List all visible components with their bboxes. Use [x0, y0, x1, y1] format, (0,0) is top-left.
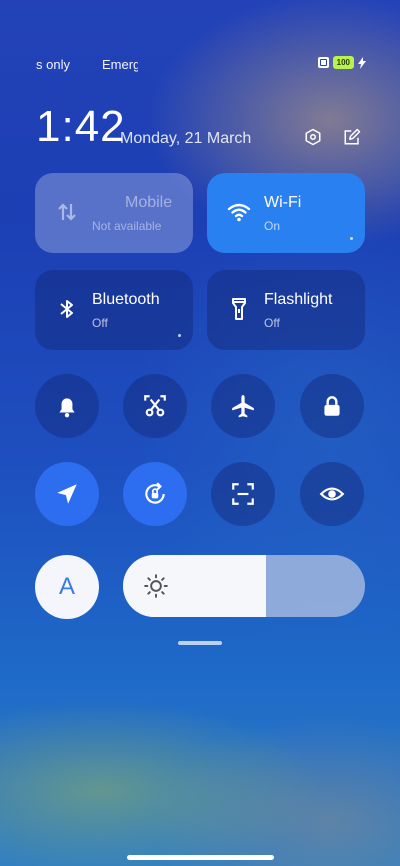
auto-brightness-button[interactable]: A	[35, 555, 99, 619]
airplane-icon	[232, 395, 254, 418]
lock-icon	[324, 396, 340, 416]
scan-icon	[232, 483, 254, 505]
settings-icon	[305, 128, 321, 146]
toggle-reading-mode[interactable]	[300, 462, 364, 526]
battery-icon: 100	[332, 56, 354, 69]
mobile-data-icon	[58, 203, 76, 221]
eye-icon	[319, 487, 345, 501]
toggle-silent[interactable]	[35, 374, 99, 438]
tile-wifi-status: On	[264, 219, 281, 233]
rotation-lock-icon	[145, 482, 165, 504]
tile-wifi-title: Wi-Fi	[264, 194, 302, 211]
status-emergency-text: Emerg	[102, 57, 138, 72]
toggle-airplane[interactable]	[211, 374, 275, 438]
edit-icon	[344, 128, 361, 145]
panel-drag-handle[interactable]	[178, 641, 222, 645]
tile-flashlight-status: Off	[264, 316, 280, 330]
tile-wifi-more-dot	[350, 237, 353, 240]
brightness-sun-icon	[144, 574, 168, 598]
tile-bluetooth-more-dot	[178, 334, 181, 337]
brightness-slider[interactable]	[123, 555, 365, 617]
bluetooth-icon	[60, 300, 73, 318]
toggle-screenshot[interactable]	[123, 374, 187, 438]
tile-mobile-data[interactable]: Mobile Not available	[35, 173, 193, 253]
charging-icon	[358, 56, 366, 69]
scissors-screenshot-icon	[144, 395, 166, 417]
home-indicator[interactable]	[127, 855, 274, 860]
toggle-location[interactable]	[35, 462, 99, 526]
tile-bluetooth-status: Off	[92, 316, 108, 330]
tile-bluetooth[interactable]: Bluetooth Off	[35, 270, 193, 350]
clock-date: Monday, 21 March	[120, 130, 252, 147]
toggle-lock-screen[interactable]	[300, 374, 364, 438]
wifi-icon	[227, 203, 251, 222]
flashlight-icon	[232, 298, 246, 320]
edit-button[interactable]	[341, 126, 363, 148]
location-icon	[57, 484, 77, 504]
auto-brightness-label: A	[58, 573, 75, 600]
tile-wifi[interactable]: Wi-Fi On	[207, 173, 365, 253]
nfc-icon	[317, 57, 329, 68]
tile-bluetooth-title: Bluetooth	[92, 291, 160, 308]
toggle-rotation-lock[interactable]	[123, 462, 187, 526]
bell-icon	[59, 398, 75, 418]
status-icons: 100	[317, 56, 366, 69]
tile-flashlight[interactable]: Flashlight Off	[207, 270, 365, 350]
toggle-scanner[interactable]	[211, 462, 275, 526]
tile-mobile-status: Not available	[92, 219, 162, 233]
tile-flashlight-title: Flashlight	[264, 291, 333, 308]
clock-time: 1:42	[36, 102, 126, 151]
settings-button[interactable]	[302, 126, 324, 148]
tile-mobile-title: Mobile	[125, 194, 173, 211]
status-carrier-text: s only	[36, 57, 70, 72]
